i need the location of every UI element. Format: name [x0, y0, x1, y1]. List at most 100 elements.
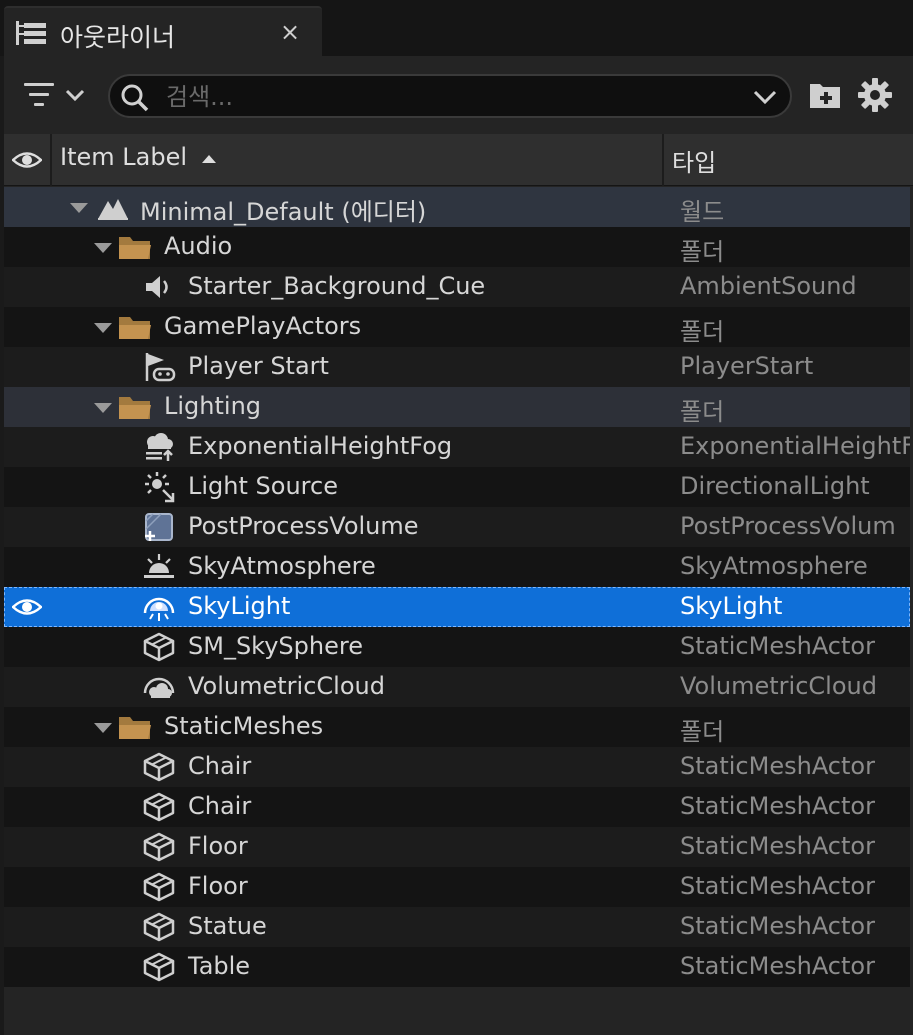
eye-icon[interactable]: [12, 595, 42, 619]
sky-atmosphere-icon: [144, 554, 174, 578]
item-type: StaticMeshActor: [680, 912, 875, 940]
item-type: 폴더: [680, 718, 725, 746]
folder-row[interactable]: Audio 폴더: [4, 227, 910, 267]
tree-row[interactable]: SkyAtmosphere SkyAtmosphere: [4, 547, 910, 587]
close-icon[interactable]: ×: [280, 20, 300, 44]
item-label: SM_SkySphere: [188, 632, 363, 660]
fog-icon: [146, 433, 173, 461]
world-row[interactable]: Minimal_Default (에디터) 월드: [4, 187, 910, 227]
item-label: Audio: [164, 232, 233, 260]
outliner-tree: Minimal_Default (에디터) 월드 Audio 폴더 Starter_Ba…: [4, 187, 910, 987]
search-icon: [121, 84, 149, 112]
search-box: [108, 74, 792, 118]
world-icon: [98, 199, 128, 220]
item-label: PostProcessVolume: [188, 512, 419, 540]
item-type: StaticMeshActor: [680, 832, 875, 860]
tree-row[interactable]: ExponentialHeightFog ExponentialHeightF: [4, 427, 910, 467]
item-label: Player Start: [188, 352, 329, 380]
item-label: Chair: [188, 752, 252, 780]
item-label: StaticMeshes: [164, 712, 324, 740]
volumetric-cloud-icon: [143, 677, 175, 698]
tree-row[interactable]: Light Source DirectionalLight: [4, 467, 910, 507]
static-mesh-icon: [143, 912, 175, 942]
type-header-text: 타입: [672, 149, 717, 177]
eye-icon: [12, 152, 42, 168]
item-type: StaticMeshActor: [680, 872, 875, 900]
tab-title: 아웃라이너: [60, 23, 176, 52]
visibility-column-header[interactable]: [4, 134, 52, 186]
static-mesh-icon: [143, 632, 175, 662]
static-mesh-icon: [143, 952, 175, 982]
post-process-icon: [145, 513, 173, 541]
player-start-icon: [145, 353, 176, 382]
tree-row[interactable]: Statue StaticMeshActor: [4, 907, 910, 947]
item-type: PlayerStart: [680, 352, 814, 380]
item-type: AmbientSound: [680, 272, 857, 300]
skylight-icon: [143, 597, 175, 621]
tree-row[interactable]: Floor StaticMeshActor: [4, 827, 910, 867]
expand-arrow-icon[interactable]: [94, 403, 112, 413]
item-label-header-text: Item Label: [60, 143, 188, 171]
tree-row[interactable]: PostProcessVolume PostProcessVolum: [4, 507, 910, 547]
type-column-header[interactable]: 타입: [666, 134, 913, 186]
expand-arrow-icon[interactable]: [94, 723, 112, 733]
folder-row[interactable]: Lighting 폴더: [4, 387, 910, 427]
tree-row[interactable]: Starter_Background_Cue AmbientSound: [4, 267, 910, 307]
outliner-toolbar: [4, 56, 913, 134]
static-mesh-icon: [143, 872, 175, 902]
item-label: GamePlayActors: [164, 312, 362, 340]
item-label: Chair: [188, 792, 252, 820]
speaker-icon: [146, 276, 168, 298]
item-label: Floor: [188, 872, 248, 900]
tree-row[interactable]: Player Start PlayerStart: [4, 347, 910, 387]
item-type: StaticMeshActor: [680, 952, 875, 980]
filter-button[interactable]: [24, 78, 90, 114]
item-label: Statue: [188, 912, 267, 940]
tree-row[interactable]: Table StaticMeshActor: [4, 947, 910, 987]
sort-ascending-icon: [202, 155, 216, 163]
expand-arrow-icon[interactable]: [94, 323, 112, 333]
expand-arrow-icon[interactable]: [94, 243, 112, 253]
item-label: Starter_Background_Cue: [188, 272, 486, 300]
item-label: SkyAtmosphere: [188, 552, 376, 580]
outliner-tab[interactable]: 아웃라이너 ×: [4, 6, 322, 56]
folder-row[interactable]: StaticMeshes 폴더: [4, 707, 910, 747]
static-mesh-icon: [143, 832, 175, 862]
filter-icon: [24, 83, 85, 106]
expand-arrow-icon[interactable]: [70, 203, 88, 213]
item-label: VolumetricCloud: [188, 672, 385, 700]
tree-row[interactable]: Floor StaticMeshActor: [4, 867, 910, 907]
item-label: Light Source: [188, 472, 338, 500]
item-type: ExponentialHeightF: [680, 432, 910, 460]
item-type: SkyAtmosphere: [680, 552, 868, 580]
column-header: Item Label 타입: [4, 134, 913, 186]
tree-row[interactable]: Chair StaticMeshActor: [4, 787, 910, 827]
tree-row[interactable]: Chair StaticMeshActor: [4, 747, 910, 787]
item-label: Floor: [188, 832, 248, 860]
item-type: VolumetricCloud: [680, 672, 877, 700]
folder-icon: [119, 237, 151, 259]
item-label: Minimal_Default (에디터): [140, 198, 427, 226]
item-label: ExponentialHeightFog: [188, 432, 453, 460]
item-type: 월드: [680, 198, 725, 226]
folder-row[interactable]: GamePlayActors 폴더: [4, 307, 910, 347]
item-label-column-header[interactable]: Item Label: [54, 134, 664, 186]
chevron-down-icon[interactable]: [752, 87, 778, 107]
static-mesh-icon: [143, 792, 175, 822]
item-type: SkyLight: [680, 592, 783, 620]
gear-icon[interactable]: [856, 76, 894, 114]
search-input[interactable]: [166, 82, 726, 112]
add-folder-icon[interactable]: [808, 78, 842, 112]
folder-icon: [119, 397, 151, 419]
outliner-panel: Item Label 타입 Minimal_Default (에디터)월드Aud…: [4, 56, 913, 1035]
tree-row[interactable]: SkyLight SkyLight: [4, 587, 910, 627]
outliner-icon: [16, 21, 46, 45]
folder-icon: [119, 717, 151, 739]
directional-light-icon: [145, 472, 175, 503]
tree-row[interactable]: VolumetricCloud VolumetricCloud: [4, 667, 910, 707]
item-type: 폴더: [680, 238, 725, 266]
item-label: Lighting: [164, 392, 262, 420]
tree-row[interactable]: SM_SkySphere StaticMeshActor: [4, 627, 910, 667]
folder-icon: [119, 317, 151, 339]
item-type: 폴더: [680, 398, 725, 426]
